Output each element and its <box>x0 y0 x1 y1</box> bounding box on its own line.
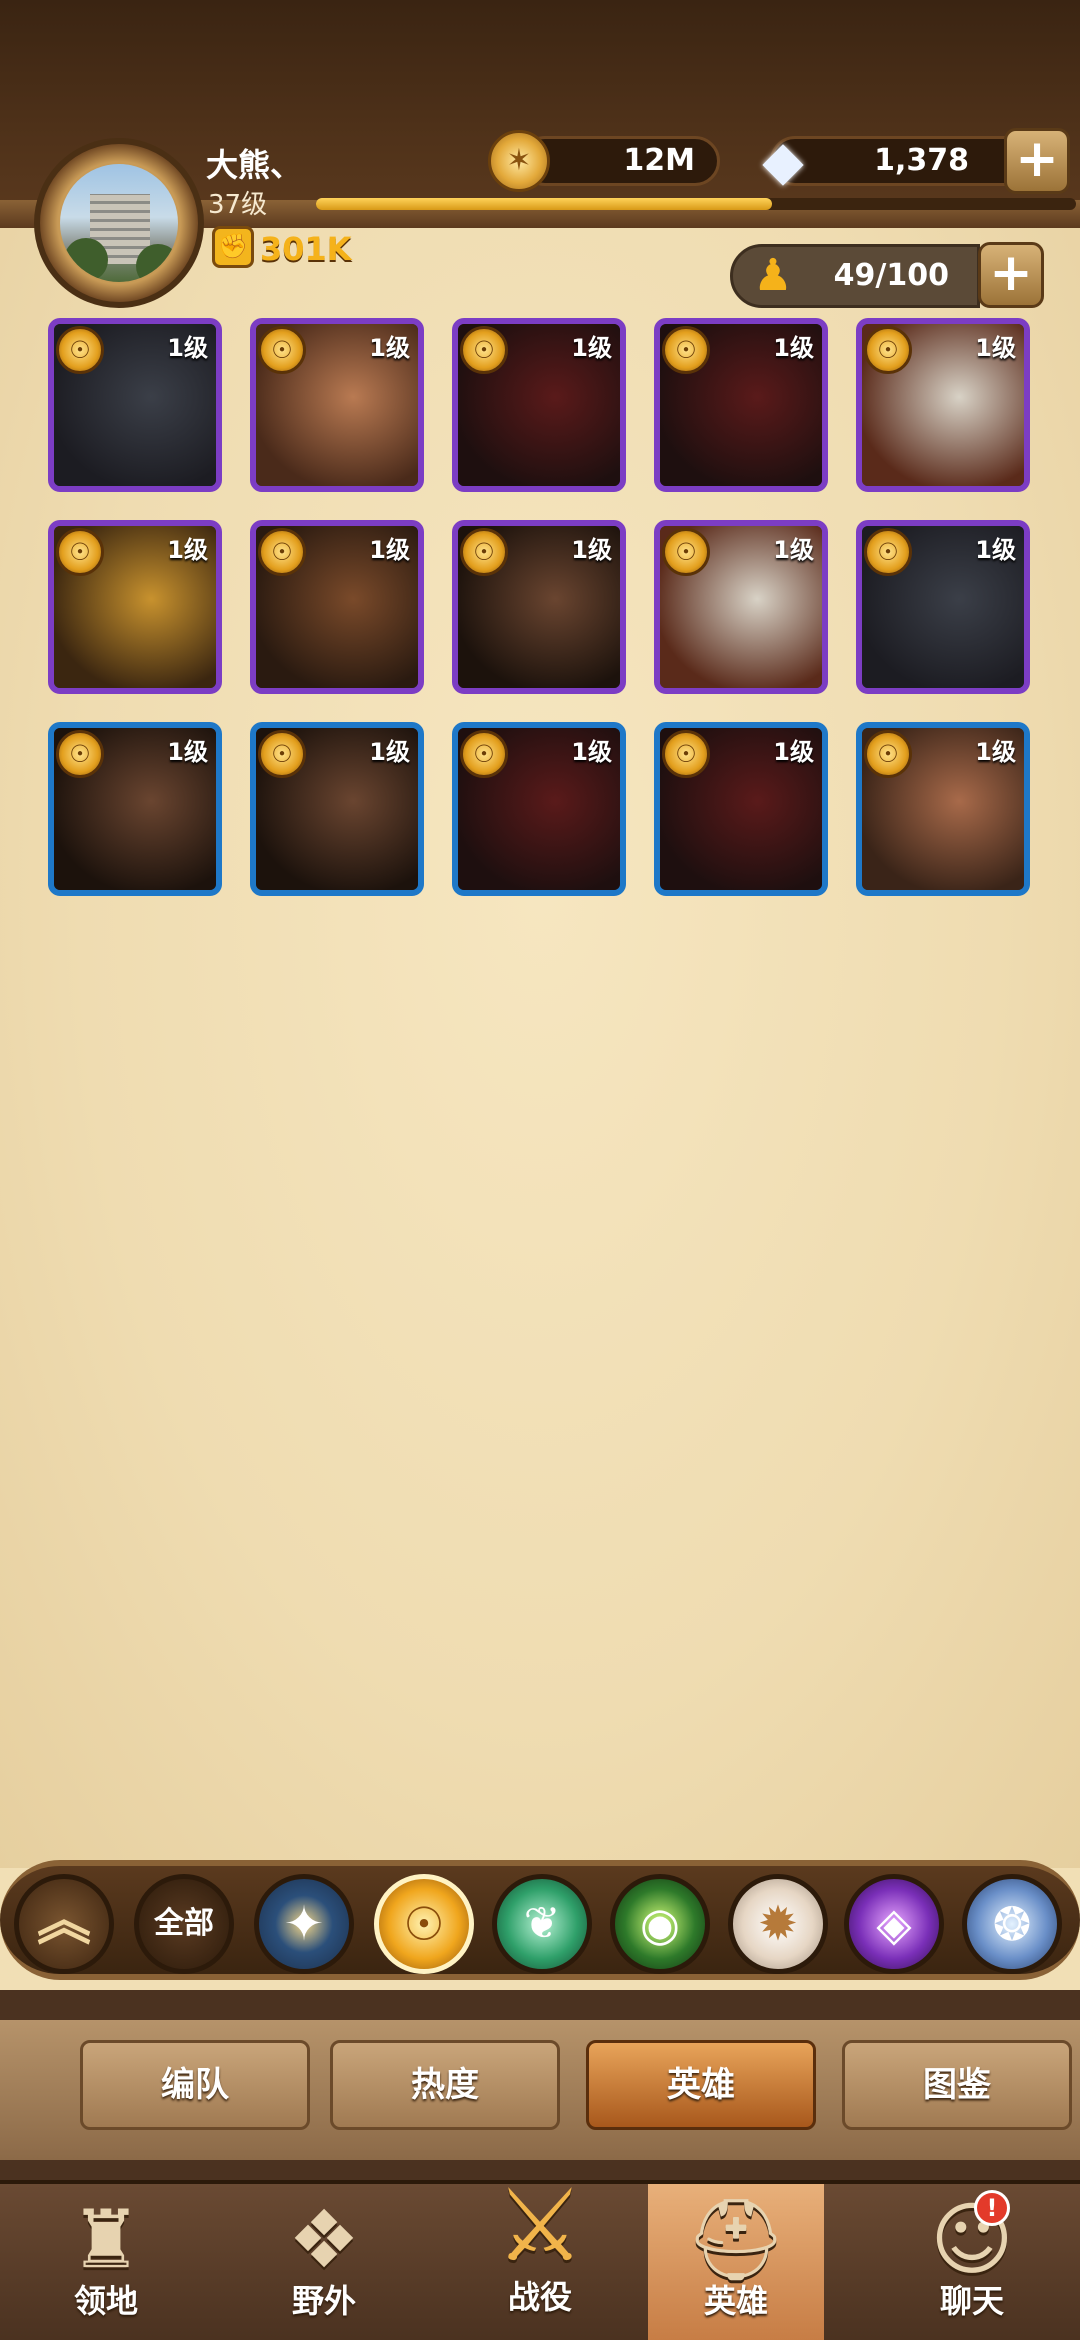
faction-celestial-icon[interactable]: ❂ <box>962 1874 1062 1974</box>
hero-level: 1级 <box>167 738 208 766</box>
hero-card[interactable]: ☉ 1级 <box>856 318 1030 492</box>
scroll-map-icon: ❖ <box>288 2193 360 2286</box>
tab-heroes[interactable]: 英雄 <box>586 2040 816 2130</box>
hero-card[interactable]: ☉ 1级 <box>452 520 626 694</box>
hero-card[interactable]: ☉ 1级 <box>654 520 828 694</box>
player-level: 37级 <box>208 190 268 220</box>
faction-sun-icon: ☉ <box>864 730 912 778</box>
nav-heroes[interactable]: ⛑ 英雄 <box>648 2184 824 2340</box>
helmet-icon: ⛑ <box>685 2193 787 2286</box>
hero-card[interactable]: ☉ 1级 <box>48 318 222 492</box>
hero-card[interactable]: ☉ 1级 <box>654 722 828 896</box>
hero-card[interactable]: ☉ 1级 <box>250 318 424 492</box>
add-gems-button[interactable]: + <box>1004 128 1070 194</box>
player-name: 大熊、 <box>206 146 303 184</box>
fist-icon: ✊ <box>212 226 254 268</box>
faction-sun-icon: ☉ <box>258 326 306 374</box>
avatar-tree <box>136 244 178 282</box>
avatar-tree <box>64 238 108 282</box>
nav-label: 战役 <box>507 2278 572 2316</box>
diamond-icon: ◆ <box>762 129 804 192</box>
faction-sun-icon: ☉ <box>258 528 306 576</box>
hero-level: 1级 <box>369 334 410 362</box>
faction-dark-icon[interactable]: ◈ <box>844 1874 944 1974</box>
xp-progress-bar <box>316 198 1076 210</box>
nav-label: 野外 <box>291 2282 356 2320</box>
faction-sun-icon: ☉ <box>864 326 912 374</box>
faction-leaf-icon[interactable]: ❦ <box>492 1874 592 1974</box>
expand-roster-button[interactable]: + <box>978 242 1044 308</box>
nav-label: 聊天 <box>939 2282 1004 2320</box>
hero-level: 1级 <box>773 536 814 564</box>
hero-level: 1级 <box>773 334 814 362</box>
hero-level: 1级 <box>773 738 814 766</box>
hero-card[interactable]: ☉ 1级 <box>856 520 1030 694</box>
chat-notification-badge: ! <box>974 2190 1010 2226</box>
tab-formation[interactable]: 编队 <box>80 2040 310 2130</box>
nav-territory[interactable]: ♜ 领地 <box>18 2184 194 2340</box>
hero-level: 1级 <box>369 536 410 564</box>
nav-chat[interactable]: ☺ 聊天 <box>884 2184 1060 2340</box>
xp-progress-fill <box>316 198 772 210</box>
hero-level: 1级 <box>571 536 612 564</box>
faction-sun-icon: ☉ <box>258 730 306 778</box>
nav-campaign[interactable]: ⚔ 战役 <box>456 2160 624 2336</box>
hero-level: 1级 <box>975 334 1016 362</box>
filter-all-button[interactable]: 全部 <box>134 1874 234 1974</box>
faction-sun-icon: ☉ <box>56 326 104 374</box>
hero-card[interactable]: ☉ 1级 <box>452 318 626 492</box>
gold-counter: 12M <box>520 136 720 186</box>
faction-star-icon[interactable]: ✦ <box>254 1874 354 1974</box>
power-value: 301K <box>260 230 352 268</box>
faction-eye-icon[interactable]: ◉ <box>610 1874 710 1974</box>
hero-level: 1级 <box>369 738 410 766</box>
hero-card[interactable]: ☉ 1级 <box>48 722 222 896</box>
hero-level: 1级 <box>571 738 612 766</box>
faction-sun-icon: ☉ <box>662 528 710 576</box>
player-avatar[interactable] <box>34 138 204 308</box>
faction-sun-icon: ☉ <box>662 326 710 374</box>
faction-sun-icon[interactable]: ☉ <box>374 1874 474 1974</box>
hero-level: 1级 <box>975 738 1016 766</box>
tab-codex[interactable]: 图鉴 <box>842 2040 1072 2130</box>
hero-level: 1级 <box>167 334 208 362</box>
tab-popularity[interactable]: 热度 <box>330 2040 560 2130</box>
faction-sun-icon: ☉ <box>460 528 508 576</box>
faction-sun-icon: ☉ <box>56 730 104 778</box>
collapse-chevron-icon[interactable]: ︽ <box>14 1874 114 1974</box>
faction-sun-icon: ☉ <box>662 730 710 778</box>
chat-bubble-icon: ☺ <box>930 2193 1014 2286</box>
hero-card[interactable]: ☉ 1级 <box>856 722 1030 896</box>
person-icon: ♟ <box>753 250 793 301</box>
hero-card[interactable]: ☉ 1级 <box>250 722 424 896</box>
hero-level: 1级 <box>571 334 612 362</box>
hero-card[interactable]: ☉ 1级 <box>250 520 424 694</box>
sword-shield-icon: ⚔ <box>495 2167 585 2284</box>
castle-icon: ♜ <box>70 2193 142 2286</box>
faction-sun-icon: ☉ <box>56 528 104 576</box>
nav-wilderness[interactable]: ❖ 野外 <box>236 2184 412 2340</box>
hero-level: 1级 <box>975 536 1016 564</box>
avatar-image <box>60 164 178 282</box>
nav-label: 领地 <box>73 2282 138 2320</box>
faction-sun-icon: ☉ <box>460 326 508 374</box>
gold-coin-icon: ✶ <box>488 130 550 192</box>
nav-label: 英雄 <box>703 2282 768 2320</box>
faction-sun-icon: ☉ <box>460 730 508 778</box>
hero-grid: ☉ 1级 ☉ 1级 ☉ 1级 ☉ 1级 ☉ 1级 ☉ 1级 ☉ 1级 ☉ 1级 ☉ 1级 ☉ 1级 ☉ 1级 ☉ 1级 ☉ 1级 ☉… <box>48 318 1038 896</box>
faction-sun-icon: ☉ <box>864 528 912 576</box>
hero-level: 1级 <box>167 536 208 564</box>
hero-card[interactable]: ☉ 1级 <box>654 318 828 492</box>
hero-card[interactable]: ☉ 1级 <box>48 520 222 694</box>
faction-light-icon[interactable]: ✹ <box>728 1874 828 1974</box>
hero-card[interactable]: ☉ 1级 <box>452 722 626 896</box>
